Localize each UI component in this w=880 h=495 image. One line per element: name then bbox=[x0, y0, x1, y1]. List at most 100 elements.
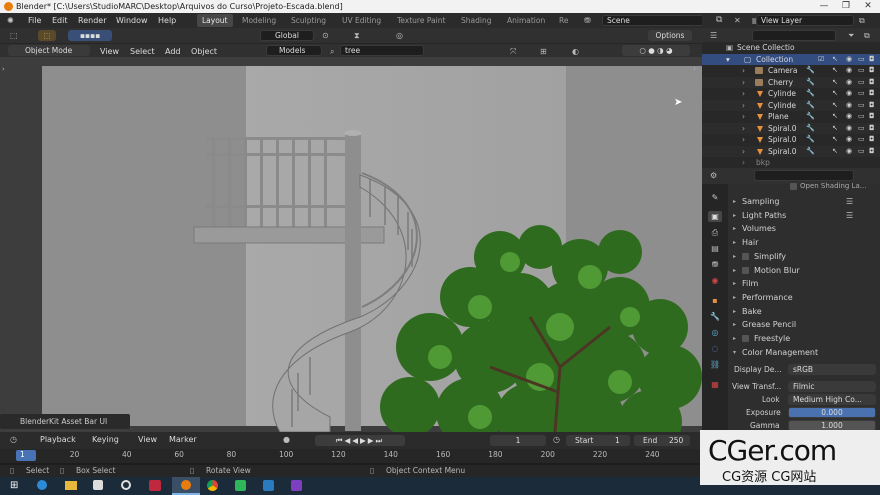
app-icon-2[interactable] bbox=[149, 480, 161, 491]
maximize-button[interactable]: ❐ bbox=[836, 0, 856, 13]
outliner-row-bkp[interactable]: › bkp bbox=[702, 157, 880, 169]
timeline-ruler[interactable]: 1 20 40 60 80 100 120 140 160 180 200 220 240 bbox=[0, 449, 702, 463]
toolbar-toggle-icon[interactable]: › bbox=[2, 65, 5, 73]
outliner-row-object[interactable]: › Plane 🔧 ↖ ◉ ▭ ◘ bbox=[702, 111, 880, 123]
app-icon-3[interactable] bbox=[235, 480, 246, 491]
render-camera-icon[interactable]: ◘ bbox=[869, 65, 875, 77]
menu-file[interactable]: File bbox=[28, 13, 41, 28]
select-toggle-icon[interactable]: ↖ bbox=[832, 77, 838, 89]
panel-section-grease-pencil[interactable]: ▸ Grease Pencil bbox=[728, 318, 880, 332]
outliner-row-scene-collection[interactable]: ▣ Scene Collectio bbox=[702, 42, 880, 54]
particles-tab-icon[interactable]: ◎ bbox=[708, 327, 722, 338]
select-toggle-icon[interactable]: ↖ bbox=[832, 123, 838, 135]
menu-keying[interactable]: Keying bbox=[92, 432, 119, 447]
render-camera-icon[interactable]: ◘ bbox=[869, 54, 875, 66]
select-toggle-icon[interactable]: ↖ bbox=[832, 65, 838, 77]
outliner-row-object[interactable]: › Cylinde 🔧 ↖ ◉ ▭ ◘ bbox=[702, 99, 880, 112]
current-frame-field[interactable]: 1 bbox=[490, 435, 546, 446]
blender-menu-icon[interactable]: ✺ bbox=[7, 13, 14, 28]
end-frame-field[interactable]: End 250 bbox=[634, 435, 690, 446]
panel-section-simplify[interactable]: ▸ Simplify bbox=[728, 250, 880, 264]
close-scene-icon[interactable]: ✕ bbox=[734, 13, 741, 28]
proportional-edit-icon[interactable]: ◎ bbox=[396, 28, 403, 43]
orientation-dropdown[interactable]: Global bbox=[260, 30, 314, 41]
panel-section-color-management[interactable]: ▾ Color Management bbox=[728, 346, 880, 360]
render-camera-icon[interactable]: ◘ bbox=[869, 100, 875, 112]
render-tab-icon[interactable]: ▣ bbox=[708, 211, 722, 222]
outliner-row-object[interactable]: › Camera 🔧 ↖ ◉ ▭ ◘ bbox=[702, 65, 880, 77]
render-camera-icon[interactable]: ◘ bbox=[869, 111, 875, 123]
section-enable-checkbox[interactable] bbox=[742, 266, 749, 274]
view-layer-selector[interactable]: View Layer bbox=[756, 15, 854, 26]
edge-icon[interactable] bbox=[37, 480, 47, 490]
outliner-row-collection[interactable]: ▾ ▢ Collection ☑ ↖ ◉ ▭ ◘ bbox=[702, 53, 880, 66]
expand-chevron-icon[interactable]: ▾ bbox=[726, 54, 730, 66]
new-scene-icon[interactable]: ⧉ bbox=[716, 13, 722, 28]
explorer-icon[interactable] bbox=[65, 481, 77, 490]
panel-section-performance[interactable]: ▸ Performance bbox=[728, 291, 880, 305]
viewport-monitor-icon[interactable]: ▭ bbox=[858, 100, 865, 112]
panel-section-bake[interactable]: ▸ Bake bbox=[728, 305, 880, 319]
select-toggle-icon[interactable]: ↖ bbox=[832, 100, 838, 112]
blenderkit-search-input[interactable]: tree bbox=[340, 45, 424, 56]
tab-layout[interactable]: Layout bbox=[197, 14, 233, 27]
menu-render[interactable]: Render bbox=[78, 13, 106, 28]
panel-section-hair[interactable]: ▸ Hair bbox=[728, 236, 880, 250]
expand-chevron-icon[interactable]: › bbox=[742, 134, 745, 146]
texture-tab-icon[interactable]: ▦ bbox=[708, 379, 722, 390]
section-enable-checkbox[interactable] bbox=[742, 252, 749, 260]
playback-controls[interactable]: ⏮◀◀▶▶⏭ bbox=[315, 435, 405, 446]
blenderkit-asset-bar-panel[interactable]: BlenderKit Asset Bar UI bbox=[0, 414, 130, 429]
panel-section-volumes[interactable]: ▸ Volumes bbox=[728, 222, 880, 236]
viewport-monitor-icon[interactable]: ▭ bbox=[858, 65, 865, 77]
expand-chevron-icon[interactable]: › bbox=[742, 77, 745, 89]
constraints-tab-icon[interactable]: ⛓ bbox=[708, 359, 722, 370]
record-icon[interactable]: ● bbox=[283, 432, 290, 447]
viewport-monitor-icon[interactable]: ▭ bbox=[858, 54, 865, 66]
playhead[interactable] bbox=[16, 450, 36, 461]
select-toggle-icon[interactable]: ↖ bbox=[832, 54, 838, 66]
app-icon-4[interactable] bbox=[263, 480, 274, 491]
menu-timeline-view[interactable]: View bbox=[138, 432, 157, 447]
menu-window[interactable]: Window bbox=[116, 13, 148, 28]
visibility-eye-icon[interactable]: ◉ bbox=[846, 146, 852, 158]
close-button[interactable]: ✕ bbox=[858, 0, 878, 13]
visibility-eye-icon[interactable]: ◉ bbox=[846, 54, 852, 66]
open-shading-checkbox[interactable] bbox=[790, 183, 797, 190]
exclude-checkbox-icon[interactable]: ☑ bbox=[818, 54, 824, 66]
menu-marker[interactable]: Marker bbox=[169, 432, 197, 447]
object-tab-icon[interactable]: ▪ bbox=[708, 295, 722, 306]
menu-playback[interactable]: Playback bbox=[40, 432, 76, 447]
menu-edit[interactable]: Edit bbox=[52, 13, 68, 28]
viewport-monitor-icon[interactable]: ▭ bbox=[858, 77, 865, 89]
snap-icon[interactable]: ⧗ bbox=[354, 28, 360, 43]
outliner-search-input[interactable] bbox=[752, 30, 836, 41]
panel-section-film[interactable]: ▸ Film bbox=[728, 277, 880, 291]
output-tab-icon[interactable]: ⎙ bbox=[708, 227, 722, 238]
render-camera-icon[interactable]: ◘ bbox=[869, 134, 875, 146]
visibility-eye-icon[interactable]: ◉ bbox=[846, 88, 852, 100]
start-frame-field[interactable]: Start 1 bbox=[566, 435, 630, 446]
select-toggle-icon[interactable]: ↖ bbox=[832, 146, 838, 158]
pivot-icon[interactable]: ⊙ bbox=[322, 28, 329, 43]
new-collection-icon[interactable]: ⧉ bbox=[864, 28, 870, 43]
tab-animation[interactable]: Animation bbox=[502, 14, 550, 27]
scene-selector[interactable]: Scene bbox=[602, 15, 708, 26]
viewport-monitor-icon[interactable]: ▭ bbox=[858, 123, 865, 135]
sidebar-toggle-icon[interactable]: ‹ bbox=[693, 65, 696, 73]
expand-chevron-icon[interactable]: › bbox=[742, 88, 745, 100]
app-icon-1[interactable] bbox=[121, 480, 131, 490]
select-toggle-icon[interactable]: ↖ bbox=[832, 88, 838, 100]
visibility-eye-icon[interactable]: ◉ bbox=[846, 65, 852, 77]
visibility-eye-icon[interactable]: ◉ bbox=[846, 77, 852, 89]
expand-chevron-icon[interactable]: › bbox=[742, 146, 745, 158]
shading-mode-buttons[interactable]: ○ ● ◑ ◕ bbox=[622, 45, 690, 56]
tool-tab-icon[interactable]: ✎ bbox=[708, 192, 722, 203]
timeline-editor-icon[interactable]: ◷ bbox=[10, 432, 17, 447]
filter-icon[interactable]: ⏷ bbox=[848, 28, 854, 43]
panel-section-freestyle[interactable]: ▸ Freestyle bbox=[728, 332, 880, 346]
view-transform-dropdown[interactable]: Filmic bbox=[788, 381, 876, 392]
render-camera-icon[interactable]: ◘ bbox=[869, 123, 875, 135]
preview-range-icon[interactable]: ◷ bbox=[553, 432, 560, 447]
properties-editor-icon[interactable]: ⚙ bbox=[710, 168, 717, 183]
